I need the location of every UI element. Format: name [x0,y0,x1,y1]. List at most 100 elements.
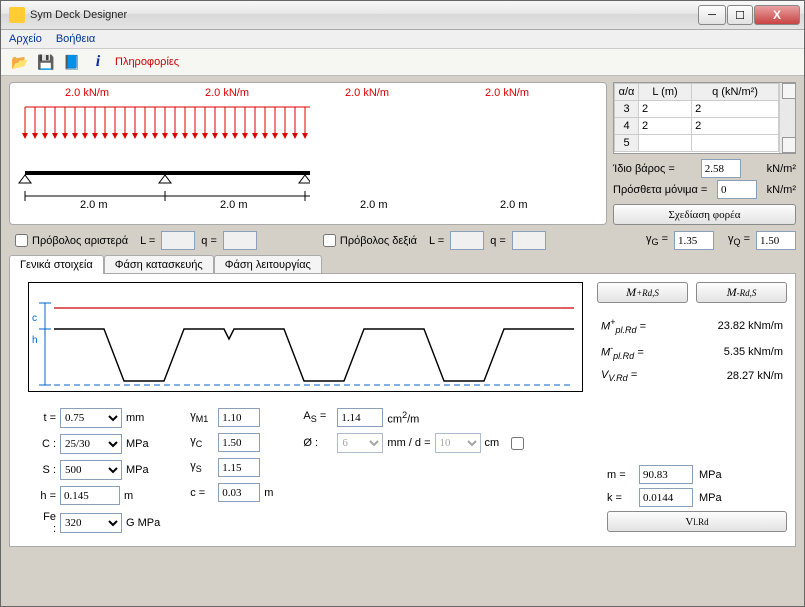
k-input[interactable] [639,488,693,507]
MplRd-minus-label: M-pl.Rd = [601,343,644,361]
window-title: Sym Deck Designer [30,9,698,21]
dim-c-label: c [32,313,37,324]
beam-diagram [10,83,310,233]
gM1-label: γM1 [190,410,214,424]
span-label-4: 2.0 m [500,199,528,211]
info-icon[interactable]: i [89,53,107,71]
maximize-button[interactable]: ☐ [727,5,753,25]
h-input[interactable] [60,486,120,505]
right-L-input [450,231,484,250]
dia-select: 6 [337,433,383,453]
spans-table[interactable]: α/α L (m) q (kN/m²) 3 2 2 4 2 2 [613,82,796,154]
close-button[interactable]: X [754,5,800,25]
C-select[interactable]: 25/30 [60,434,122,454]
gammaQ-input[interactable] [756,231,796,250]
load-label-4: 2.0 kN/m [485,87,529,99]
span-label-2: 2.0 m [220,199,248,211]
table-scrollbar[interactable] [779,83,795,153]
self-weight-input[interactable] [701,159,741,178]
left-q-input [223,231,257,250]
t-unit: mm [126,412,144,424]
span-label-3: 2.0 m [360,199,388,211]
m-input[interactable] [639,465,693,484]
d-sep: mm / d = [387,437,430,449]
t-label: t = [38,412,56,424]
d-unit: cm [485,437,500,449]
cantilever-left-checkbox[interactable] [15,234,28,247]
VVRd-value: 28.27 kN/m [727,370,783,382]
c-unit: m [264,487,273,499]
MRd-minus-button[interactable]: M-Rd,S [696,282,787,303]
dim-h-label: h [32,335,38,346]
book-icon[interactable]: 📘 [63,53,81,71]
m-unit: MPa [699,469,722,481]
C-label: C : [38,438,56,450]
Fe-unit: G MPa [126,517,160,529]
deck-profile: c h [28,282,583,392]
As-label: AS = [303,410,333,424]
open-icon[interactable]: 📂 [11,53,29,71]
left-L-label: L = [140,235,155,247]
span-label-1: 2.0 m [80,199,108,211]
table-row: 5 [615,135,779,152]
cantilever-left-label: Πρόβολος αριστερά [32,235,128,247]
app-icon [9,7,25,23]
right-L-label: L = [429,235,444,247]
right-q-label: q = [490,235,506,247]
left-L-input [161,231,195,250]
As-unit: cm2/m [387,410,419,426]
h-label: h = [38,490,56,502]
c-label: c = [190,487,214,499]
gS-label: γS [190,460,214,474]
extra-perm-label: Πρόσθετα μόνιμα = [613,184,707,196]
menu-help[interactable]: Βοήθεια [56,33,95,45]
MplRd-plus-label: M+pl.Rd = [601,317,646,335]
extra-unit: kN/m² [767,184,796,196]
S-unit: MPa [126,464,149,476]
VVRd-label: VV.Rd = [601,369,637,383]
tab-general[interactable]: Γενικά στοιχεία [9,255,104,274]
tab-construction[interactable]: Φάση κατασκευής [104,255,214,274]
c-input[interactable] [218,483,260,502]
MRd-plus-button[interactable]: M+Rd,S [597,282,688,303]
VlRd-button[interactable]: V l.Rd [607,511,787,532]
tab-operation[interactable]: Φάση λειτουργίας [214,255,322,274]
gC-label: γC [190,435,214,449]
gammaG-label: γG = [646,233,668,247]
th-L: L (m) [639,84,692,101]
gC-input[interactable] [218,433,260,452]
dia-label: Ø : [303,437,333,449]
As-input[interactable] [337,408,383,427]
info-label[interactable]: Πληροφορίες [115,56,179,68]
S-label: S : [38,464,56,476]
redesign-button[interactable]: Σχεδίαση φορέα [613,204,796,225]
left-q-label: q = [201,235,217,247]
S-select[interactable]: 500 [60,460,122,480]
gammaQ-label: γQ = [728,233,750,247]
k-label: k = [607,492,633,504]
beam-diagram-panel: 2.0 kN/m 2.0 kN/m 2.0 kN/m 2.0 kN/m 2.0 … [9,82,607,225]
menu-file[interactable]: Αρχείο [9,33,42,45]
MplRd-minus-value: 5.35 kNm/m [724,346,783,358]
extra-perm-input[interactable] [717,180,757,199]
self-weight-label: Ίδιο βάρος = [613,163,675,175]
Fe-select[interactable]: 320 [60,513,122,533]
m-label: m = [607,469,633,481]
minimize-button[interactable]: ─ [698,5,726,25]
t-select[interactable]: 0.75 [60,408,122,428]
k-unit: MPa [699,492,722,504]
load-label-2: 2.0 kN/m [205,87,249,99]
gM1-input[interactable] [218,408,260,427]
Fe-label: Fe : [38,511,56,535]
table-row: 4 2 2 [615,118,779,135]
cantilever-right-checkbox[interactable] [323,234,336,247]
rebar-enable-checkbox[interactable] [511,437,524,450]
h-unit: m [124,490,133,502]
gammaG-input[interactable] [674,231,714,250]
load-label-1: 2.0 kN/m [65,87,109,99]
save-icon[interactable]: 💾 [37,53,55,71]
table-row: 3 2 2 [615,101,779,118]
d-select: 10 [435,433,481,453]
C-unit: MPa [126,438,149,450]
gS-input[interactable] [218,458,260,477]
